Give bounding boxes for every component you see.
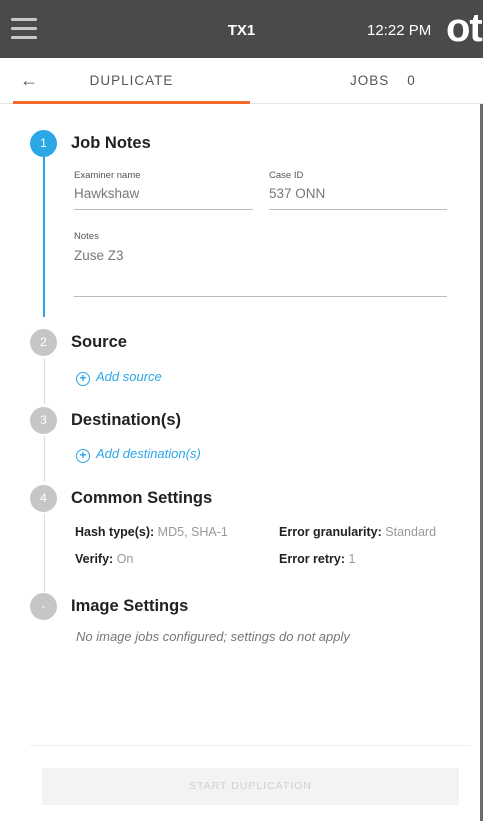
step-connector xyxy=(44,514,45,592)
start-duplication-button[interactable]: START DUPLICATION xyxy=(42,768,459,805)
active-tab-indicator xyxy=(13,101,250,104)
step-connector xyxy=(44,358,45,404)
top-bar: TX1 12:22 PM ot xyxy=(0,0,483,58)
error-granularity-value: Standard xyxy=(385,525,437,539)
error-retry-label: Error retry: xyxy=(279,552,345,566)
case-id-label: Case ID xyxy=(269,170,304,181)
tab-jobs-label: JOBS xyxy=(350,73,390,88)
step-5-badge: - xyxy=(30,593,57,620)
step-2-badge: 2 xyxy=(30,329,57,356)
add-destination-label: Add destination(s) xyxy=(96,446,201,461)
error-retry-setting: Error retry: 1 xyxy=(279,552,355,566)
hash-type-setting: Hash type(s): MD5, SHA-1 xyxy=(75,525,228,539)
tab-duplicate[interactable]: DUPLICATE xyxy=(13,58,250,104)
error-retry-value: 1 xyxy=(348,552,356,566)
clock: 12:22 PM xyxy=(367,22,432,39)
examiner-name-field[interactable]: Hawkshaw xyxy=(74,186,139,201)
step-3-badge: 3 xyxy=(30,407,57,434)
verify-value: On xyxy=(116,552,134,566)
logo: ot xyxy=(446,6,483,50)
notes-underline xyxy=(74,296,447,297)
step-connector xyxy=(44,436,45,482)
hash-type-label: Hash type(s): xyxy=(75,525,155,539)
examiner-name-label: Examiner name xyxy=(74,170,141,181)
add-source-label: Add source xyxy=(96,369,162,384)
verify-setting: Verify: On xyxy=(75,552,133,566)
step-1-badge: 1 xyxy=(30,130,57,157)
step-4-badge: 4 xyxy=(30,485,57,512)
back-arrow-icon[interactable]: ← xyxy=(20,70,38,91)
error-granularity-label: Error granularity: xyxy=(279,525,382,539)
common-settings-title: Common Settings xyxy=(71,489,213,507)
job-notes-title: Job Notes xyxy=(71,134,151,152)
case-id-field[interactable]: 537 ONN xyxy=(269,186,325,201)
jobs-count: 0 xyxy=(407,73,416,88)
tab-bar: DUPLICATE ← JOBS 0 xyxy=(0,58,483,104)
hash-type-value: MD5, SHA-1 xyxy=(157,525,228,539)
add-destination-link[interactable]: + Add destination(s) xyxy=(76,446,201,463)
footer-divider xyxy=(30,745,471,746)
case-id-underline xyxy=(269,209,447,210)
image-settings-note: No image jobs configured; settings do no… xyxy=(76,629,350,644)
tab-jobs[interactable]: JOBS 0 xyxy=(350,58,416,104)
error-granularity-setting: Error granularity: Standard xyxy=(279,525,436,539)
destination-title: Destination(s) xyxy=(71,411,182,429)
plus-circle-icon: + xyxy=(76,372,90,386)
source-title: Source xyxy=(71,333,127,351)
notes-field[interactable]: Zuse Z3 xyxy=(74,248,124,263)
examiner-name-underline xyxy=(74,209,253,210)
verify-label: Verify: xyxy=(75,552,114,566)
add-source-link[interactable]: + Add source xyxy=(76,369,162,386)
plus-circle-icon: + xyxy=(76,449,90,463)
step-connector-active xyxy=(43,157,45,317)
notes-label: Notes xyxy=(74,231,99,242)
image-settings-title: Image Settings xyxy=(71,597,189,615)
